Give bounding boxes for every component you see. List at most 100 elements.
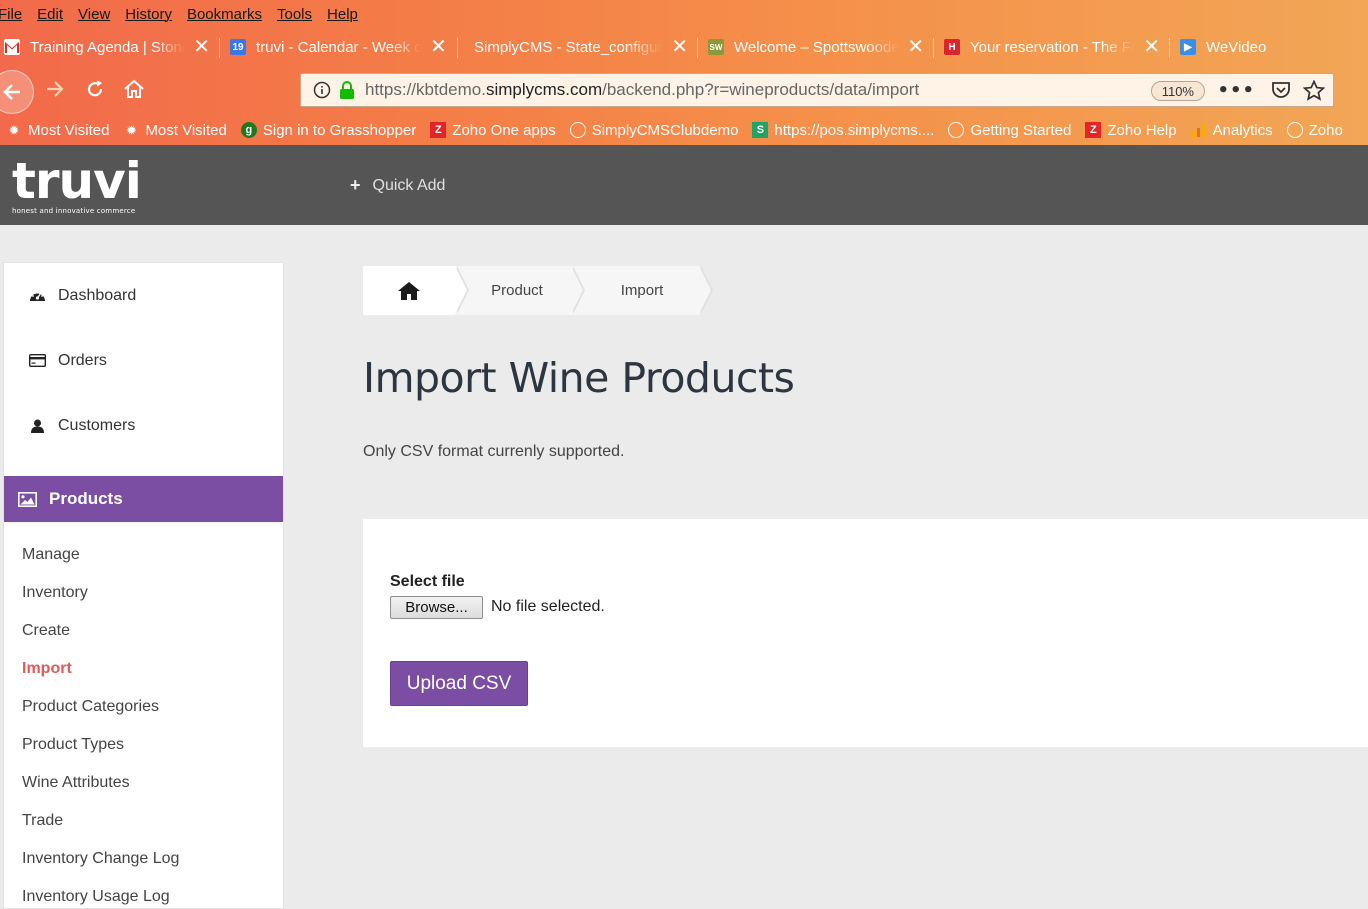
bookmarks-toolbar: ✹ Most Visited ✹ Most Visited g Sign in to … [0,115,1368,145]
browser-tab[interactable]: 19 truvi - Calendar - Week o ✕ [220,30,458,64]
bookmark-item[interactable]: Getting Started [948,122,1071,139]
gmail-icon [4,39,20,55]
dashboard-icon [28,289,46,302]
zoho-icon: Z [430,122,447,138]
plus-icon: + [350,175,361,195]
menu-edit[interactable]: Edit [37,6,63,23]
submenu-item-product-categories[interactable]: Product Categories [4,688,283,726]
submenu-item-inventory-usage-log[interactable]: Inventory Usage Log [4,878,283,909]
url-text[interactable]: https://kbtdemo.simplycms.com/backend.ph… [365,80,919,100]
grasshopper-icon: g [240,122,257,138]
bookmark-item[interactable]: ✹ Most Visited [6,122,109,139]
info-icon[interactable] [313,81,331,99]
zoho-icon: Z [1085,122,1102,138]
menu-history[interactable]: History [125,6,172,23]
truvi-logo[interactable]: truvi honest and innovative commerce [12,156,142,215]
hotel-icon: H [944,39,960,55]
select-file-label: Select file [390,573,465,590]
page-title: Import Wine Products [363,354,795,402]
reload-icon [87,80,103,97]
lock-icon [339,81,355,99]
submenu-item-inventory-change-log[interactable]: Inventory Change Log [4,840,283,878]
sw-icon: SW [708,39,724,55]
import-form-panel: Select file Browse... No file selected. … [363,519,1368,747]
menu-bookmarks[interactable]: Bookmarks [187,6,262,23]
close-tab-icon[interactable]: ✕ [193,37,210,57]
sidebar: Dashboard Orders Customers Products Mana… [3,262,284,909]
breadcrumb-home[interactable] [363,266,469,315]
bookmark-item[interactable]: Analytics [1191,122,1273,139]
products-submenu: Manage Inventory Create Import Product C… [4,522,283,909]
close-tab-icon[interactable]: ✕ [1143,37,1160,57]
back-button[interactable] [0,70,34,114]
credit-card-icon [28,354,46,367]
more-actions-icon[interactable]: ••• [1217,80,1255,101]
zoom-indicator[interactable]: 110% [1150,81,1205,101]
bookmark-item[interactable]: SimplyCMSClubdemo [569,122,738,139]
gear-icon: ✹ [9,124,19,137]
home-button[interactable] [119,74,149,104]
bookmark-item[interactable]: ✹ Most Visited [123,122,227,139]
gear-icon: ✹ [126,124,137,137]
globe-icon [948,122,965,138]
bookmark-item[interactable]: Shttps://pos.simplycms.... [752,122,934,139]
forward-button[interactable] [40,74,70,104]
analytics-icon [1191,122,1207,138]
browser-tab[interactable]: Training Agenda | Stone ✕ [0,30,220,64]
file-status-text: No file selected. [491,598,605,615]
submenu-item-trade[interactable]: Trade [4,802,283,840]
sidebar-item-products[interactable]: Products [4,476,283,522]
browser-tab[interactable]: SW Welcome – Spottswoode ✕ [698,30,934,64]
globe-icon [569,122,586,138]
upload-csv-button[interactable]: Upload CSV [390,661,528,706]
menu-view[interactable]: View [78,6,110,23]
submenu-item-product-types[interactable]: Product Types [4,726,283,764]
menu-file[interactable]: File [0,6,22,23]
address-bar[interactable]: https://kbtdemo.simplycms.com/backend.ph… [300,73,1334,107]
tab-strip: Training Agenda | Stone ✕ 19 truvi - Cal… [0,30,1350,64]
close-tab-icon[interactable]: ✕ [671,37,688,57]
submenu-item-create[interactable]: Create [4,612,283,650]
menu-help[interactable]: Help [327,6,358,23]
reload-button[interactable] [80,74,110,104]
submenu-item-manage[interactable]: Manage [4,536,283,574]
quick-add-button[interactable]: + Quick Add [350,175,445,196]
browser-tab[interactable]: SimplyCMS - State_configura ✕ [458,30,698,64]
home-icon [124,79,144,98]
format-note: Only CSV format currenly supported. [363,443,625,460]
browser-tab[interactable]: H Your reservation - The Fa ✕ [934,30,1170,64]
s-icon: S [752,122,769,138]
home-icon [398,281,420,300]
image-icon [18,491,37,507]
bookmark-item[interactable]: Zoho [1286,122,1343,139]
star-icon[interactable] [1303,80,1325,101]
breadcrumb-import: Import [571,266,713,315]
app-header: truvi honest and innovative commerce + Q… [0,145,1368,225]
sidebar-item-orders[interactable]: Orders [4,328,283,393]
bookmark-item[interactable]: Z Zoho One apps [430,122,556,139]
calendar-icon: 19 [230,39,246,55]
wevideo-icon: ▶ [1180,39,1196,55]
arrow-left-icon [3,84,20,100]
breadcrumb-product[interactable]: Product [455,266,585,315]
sidebar-item-customers[interactable]: Customers [4,393,283,458]
menu-bar: File Edit View History Bookmarks Tools H… [0,0,373,28]
close-tab-icon[interactable]: ✕ [907,37,924,57]
submenu-item-inventory[interactable]: Inventory [4,574,283,612]
browse-button[interactable]: Browse... [390,596,483,619]
browser-tab[interactable]: ▶ WeVideo [1170,30,1350,64]
navigation-bar: https://kbtdemo.simplycms.com/backend.ph… [0,64,1368,114]
pocket-icon[interactable] [1271,81,1291,99]
browser-chrome: File Edit View History Bookmarks Tools H… [0,0,1368,145]
bookmark-item[interactable]: g Sign in to Grasshopper [240,122,416,139]
menu-tools[interactable]: Tools [277,6,312,23]
submenu-item-import[interactable]: Import [4,650,283,688]
close-tab-icon[interactable]: ✕ [430,37,447,57]
breadcrumb: Product Import [363,266,713,315]
bookmark-item[interactable]: Z Zoho Help [1085,122,1177,139]
arrow-right-icon [47,81,64,97]
sidebar-item-dashboard[interactable]: Dashboard [4,263,283,328]
globe-icon [1286,122,1303,138]
submenu-item-wine-attributes[interactable]: Wine Attributes [4,764,283,802]
user-icon [28,419,46,433]
